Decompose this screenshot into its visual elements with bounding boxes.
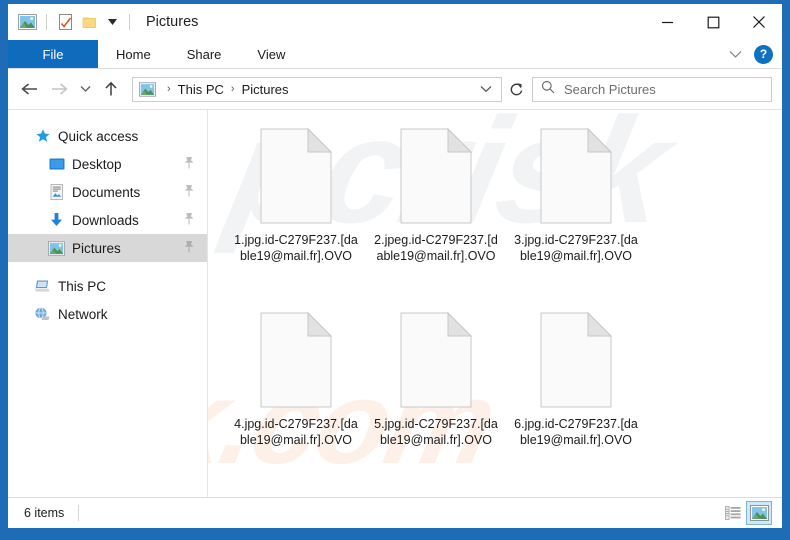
file-list-view[interactable]: pcrisk risk.com 1.jpg.id-C279F237.[dable…: [208, 110, 782, 497]
blank-document-icon: [260, 127, 333, 224]
window-controls: [644, 4, 782, 40]
file-name: 1.jpg.id-C279F237.[dable19@mail.fr].OVO: [234, 233, 358, 263]
blank-document-icon: [260, 311, 333, 408]
sidebar-item-network[interactable]: Network: [8, 300, 207, 328]
toolbar-divider: [46, 14, 47, 30]
sidebar-item-pictures[interactable]: Pictures: [8, 234, 207, 262]
help-icon[interactable]: ?: [754, 44, 773, 64]
sidebar-item-documents[interactable]: Documents: [8, 178, 207, 206]
minimize-button[interactable]: [644, 4, 690, 40]
sidebar-item-desktop[interactable]: Desktop: [8, 150, 207, 178]
address-pictures-icon: [139, 81, 156, 97]
ribbon-right-controls: ?: [724, 40, 776, 68]
blank-document-icon: [400, 127, 473, 224]
breadcrumb-separator-1: ›: [167, 83, 171, 95]
file-item[interactable]: 6.jpg.id-C279F237.[dable19@mail.fr].OVO: [506, 308, 646, 492]
pin-icon[interactable]: [183, 156, 195, 172]
recent-locations-button[interactable]: [74, 74, 96, 104]
tab-file[interactable]: File: [8, 40, 98, 68]
file-name: 6.jpg.id-C279F237.[dable19@mail.fr].OVO: [514, 417, 638, 447]
network-icon: [34, 306, 51, 323]
file-grid: 1.jpg.id-C279F237.[dable19@mail.fr].OVO …: [226, 124, 782, 492]
title-bar: Pictures: [8, 4, 782, 40]
sidebar-label-pictures: Pictures: [72, 240, 121, 256]
properties-icon[interactable]: [55, 11, 77, 33]
tab-share[interactable]: Share: [169, 40, 240, 68]
back-button[interactable]: [14, 74, 44, 104]
expand-ribbon-icon[interactable]: [724, 43, 746, 65]
toolbar-divider-2: [129, 14, 130, 30]
sidebar-item-downloads[interactable]: Downloads: [8, 206, 207, 234]
ribbon-tabs: File Home Share View ?: [8, 40, 782, 69]
chevron-down-icon[interactable]: [103, 11, 121, 33]
explorer-body: Quick access Desktop Documents Downloads…: [8, 110, 782, 497]
explorer-window: Pictures File Home Share View ? › This P…: [8, 4, 782, 528]
pin-icon[interactable]: [183, 184, 195, 200]
documents-icon: [48, 184, 65, 201]
forward-button[interactable]: [44, 74, 74, 104]
large-icons-view-button[interactable]: [746, 501, 772, 525]
tab-view[interactable]: View: [239, 40, 303, 68]
tab-home[interactable]: Home: [98, 40, 169, 68]
search-placeholder: Search Pictures: [564, 81, 656, 97]
file-item[interactable]: 5.jpg.id-C279F237.[dable19@mail.fr].OVO: [366, 308, 506, 492]
refresh-button[interactable]: [502, 74, 530, 104]
quick-access-toolbar: [8, 11, 136, 33]
window-title: Pictures: [146, 14, 199, 30]
blank-document-icon: [540, 127, 613, 224]
up-button[interactable]: [96, 74, 126, 104]
file-name: 2.jpeg.id-C279F237.[dable19@mail.fr].OVO: [374, 233, 498, 263]
sidebar-item-quick-access[interactable]: Quick access: [8, 122, 207, 150]
pictures-icon[interactable]: [16, 11, 38, 33]
blank-document-icon: [400, 311, 473, 408]
sidebar-label-documents: Documents: [72, 184, 141, 200]
address-bar[interactable]: › This PC › Pictures: [132, 76, 502, 102]
search-icon: [541, 80, 555, 99]
breadcrumb-this-pc[interactable]: This PC: [178, 82, 224, 97]
sidebar-label-downloads: Downloads: [72, 212, 139, 228]
item-count: 6 items: [24, 506, 65, 520]
file-item[interactable]: 4.jpg.id-C279F237.[dable19@mail.fr].OVO: [226, 308, 366, 492]
file-name: 4.jpg.id-C279F237.[dable19@mail.fr].OVO: [234, 417, 358, 447]
status-divider: [78, 505, 80, 521]
navigation-pane: Quick access Desktop Documents Downloads…: [8, 110, 208, 497]
pictures-icon: [48, 240, 65, 257]
pin-icon[interactable]: [183, 240, 195, 256]
file-name: 5.jpg.id-C279F237.[dable19@mail.fr].OVO: [374, 417, 498, 447]
desktop-icon: [48, 156, 65, 173]
status-bar: 6 items: [8, 497, 782, 528]
breadcrumb-separator-2: ›: [230, 83, 235, 95]
sidebar-item-this-pc[interactable]: This PC: [8, 272, 207, 300]
file-item[interactable]: 3.jpg.id-C279F237.[dable19@mail.fr].OVO: [506, 124, 646, 308]
sidebar-label-network: Network: [58, 306, 108, 322]
downloads-icon: [48, 212, 65, 229]
address-bar-row: › This PC › Pictures Search Pictures: [8, 69, 782, 110]
new-folder-icon[interactable]: [79, 11, 101, 33]
sidebar-label-quick-access: Quick access: [58, 128, 139, 144]
details-view-button[interactable]: [720, 501, 746, 525]
thispc-icon: [34, 278, 51, 295]
search-input[interactable]: Search Pictures: [532, 76, 772, 102]
file-name: 3.jpg.id-C279F237.[dable19@mail.fr].OVO: [514, 233, 638, 263]
address-dropdown-icon[interactable]: [477, 85, 495, 93]
sidebar-label-this-pc: This PC: [58, 278, 107, 294]
file-item[interactable]: 2.jpeg.id-C279F237.[dable19@mail.fr].OVO: [366, 124, 506, 308]
blank-document-icon: [540, 311, 613, 408]
sidebar-label-desktop: Desktop: [72, 156, 122, 172]
close-button[interactable]: [736, 4, 782, 40]
file-item[interactable]: 1.jpg.id-C279F237.[dable19@mail.fr].OVO: [226, 124, 366, 308]
star-icon: [34, 128, 51, 145]
breadcrumb-pictures[interactable]: Pictures: [242, 82, 289, 97]
pin-icon[interactable]: [183, 212, 195, 228]
maximize-button[interactable]: [690, 4, 736, 40]
